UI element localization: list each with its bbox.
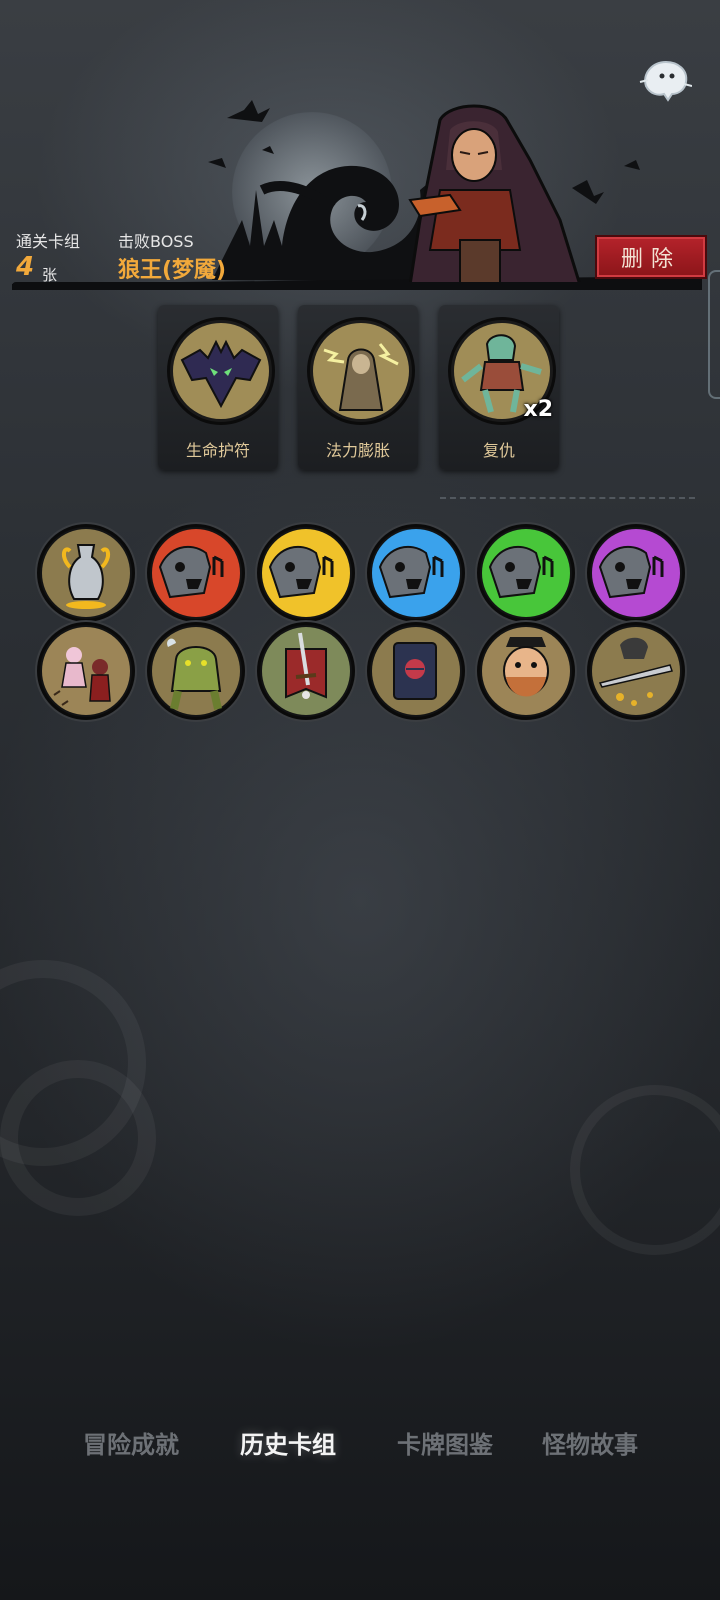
tab-monster-stories[interactable]: 怪物故事 [542, 1425, 638, 1460]
hooded-mage-icon [307, 317, 415, 425]
relic-card[interactable]: 法力膨胀 [298, 305, 418, 470]
card-singing-skull-yellow[interactable] [257, 524, 355, 622]
banner-ground [12, 282, 702, 290]
deck-count: 4 [16, 252, 35, 282]
tab-history-deck[interactable]: 历史卡组 [240, 1425, 336, 1460]
tab-card-gallery[interactable]: 卡牌图鉴 [397, 1425, 493, 1460]
relic-card[interactable]: 生命护符 [158, 305, 278, 470]
boss-name: 狼王(梦魇) [118, 258, 227, 283]
hooded-hero-portrait [408, 104, 583, 287]
delete-button[interactable]: 删除 [595, 235, 707, 279]
tab-adventure-achievements[interactable]: 冒险成就 [83, 1425, 179, 1460]
relic-multiplier: x2 [523, 397, 554, 422]
boss-label: 击败BOSS [118, 232, 194, 251]
card-dancing-couple[interactable] [37, 622, 135, 720]
relic-name: 生命护符 [185, 441, 250, 460]
card-green-ogre[interactable] [147, 622, 245, 720]
relic-name: 复仇 [482, 441, 515, 460]
bat-amulet-icon [167, 317, 275, 425]
card-singing-skull-blue[interactable] [367, 524, 465, 622]
history-deck-screen: 通关卡组 4 张 击败BOSS 狼王(梦魇) 删除 生命护符 法力膨胀 x2 复… [0, 0, 720, 1600]
card-spell-book[interactable] [367, 622, 465, 720]
relic-card[interactable]: x2 复仇 [439, 305, 559, 470]
bg-clock-decoration [570, 1085, 720, 1255]
card-thrown-dagger[interactable] [587, 622, 685, 720]
bg-swirl-decoration [0, 1060, 156, 1216]
card-pirate-face[interactable] [477, 622, 575, 720]
relic-name: 法力膨胀 [325, 441, 390, 460]
card-sword-banner[interactable] [257, 622, 355, 720]
card-singing-skull-purple[interactable] [587, 524, 685, 622]
card-singing-skull-green[interactable] [477, 524, 575, 622]
card-golden-vase[interactable] [37, 524, 135, 622]
card-singing-skull-red[interactable] [147, 524, 245, 622]
side-drawer-handle[interactable] [708, 270, 720, 399]
section-divider [440, 497, 695, 499]
deck-label: 通关卡组 [16, 232, 81, 251]
deck-unit: 张 [42, 266, 58, 284]
